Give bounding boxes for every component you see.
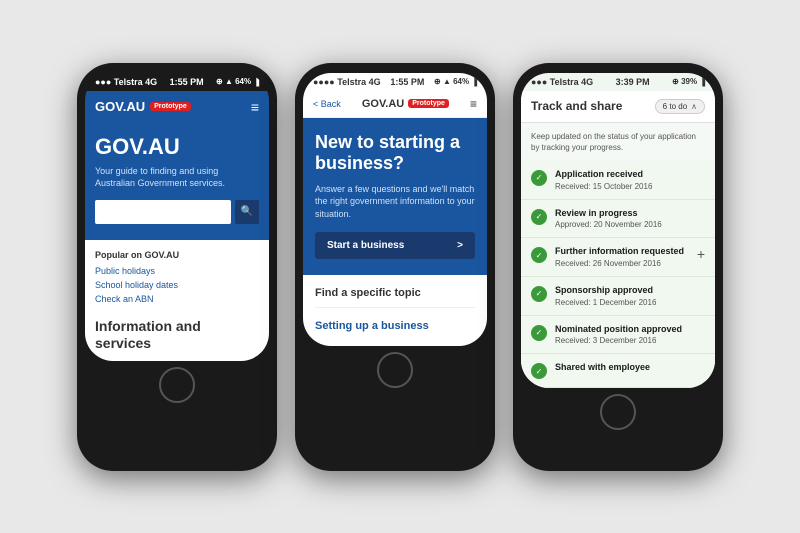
phone1-navbar: GOV.AU Prototype ≡ (85, 91, 269, 123)
phone1-prototype-badge: Prototype (150, 102, 191, 111)
check-icon-3: ✓ (531, 286, 547, 302)
phone2-status-bar: ●●●● Telstra 4G 1:55 PM ⊕ ▲ 64% ▐ (303, 73, 487, 91)
phone3-header: Track and share 6 to do ∧ (521, 91, 715, 123)
track-item-date-2: Received: 26 November 2016 (555, 259, 689, 268)
phone3-track-items: ✓ Application received Received: 15 Octo… (521, 161, 715, 388)
phone2-cta-arrow: > (457, 240, 463, 251)
check-icon-0: ✓ (531, 170, 547, 186)
track-item-date-0: Received: 15 October 2016 (555, 182, 705, 191)
track-item[interactable]: ✓ Nominated position approved Received: … (521, 316, 715, 355)
track-item-content-5: Shared with employee (555, 362, 705, 374)
phone1-status-right: ⊕ ▲ 64% ▐ (216, 77, 259, 86)
track-item[interactable]: ✓ Review in progress Approved: 20 Novemb… (521, 200, 715, 239)
phone2-logo: GOV.AU Prototype (362, 98, 449, 110)
track-item-date-3: Received: 1 December 2016 (555, 298, 705, 307)
phone3-todo-badge: 6 to do ∧ (655, 99, 705, 114)
phone1-popular-link-3[interactable]: Check an ABN (95, 294, 259, 304)
phone1-status-left: ●●● Telstra 4G (95, 77, 157, 87)
phone3-status-bar: ●●● Telstra 4G 3:39 PM ⊕ 39% ▐ (521, 73, 715, 91)
track-item[interactable]: ✓ Application received Received: 15 Octo… (521, 161, 715, 200)
track-item-title-4: Nominated position approved (555, 324, 705, 336)
phone3-track-title: Track and share (531, 99, 622, 113)
phone1-hamburger-icon[interactable]: ≡ (251, 99, 259, 115)
phone-1: ●●● Telstra 4G 1:55 PM ⊕ ▲ 64% ▐ GOV.AU … (77, 63, 277, 471)
phone1-popular-title: Popular on GOV.AU (95, 250, 259, 260)
track-item[interactable]: ✓ Further information requested Received… (521, 238, 715, 277)
phone3-home-button[interactable] (600, 394, 636, 430)
phone1-body: Popular on GOV.AU Public holidays School… (85, 240, 269, 362)
phone-3: ●●● Telstra 4G 3:39 PM ⊕ 39% ▐ Track and… (513, 63, 723, 471)
phone1-search-input[interactable] (95, 200, 231, 224)
check-icon-2: ✓ (531, 247, 547, 263)
track-item-title-0: Application received (555, 169, 705, 181)
track-item-content-2: Further information requested Received: … (555, 246, 689, 268)
phone1-search-bar: 🔍 (95, 200, 259, 224)
phone2-status-time: 1:55 PM (390, 77, 424, 87)
phone1-status-bar: ●●● Telstra 4G 1:55 PM ⊕ ▲ 64% ▐ (85, 73, 269, 91)
track-item[interactable]: ✓ Sponsorship approved Received: 1 Decem… (521, 277, 715, 316)
track-item-content-3: Sponsorship approved Received: 1 Decembe… (555, 285, 705, 307)
phone-2: ●●●● Telstra 4G 1:55 PM ⊕ ▲ 64% ▐ < Back… (295, 63, 495, 471)
phone2-body: Find a specific topic Setting up a busin… (303, 275, 487, 346)
phone2-hero-title: New to starting a business? (315, 132, 475, 175)
phone2-hero: New to starting a business? Answer a few… (303, 118, 487, 276)
track-item-title-2: Further information requested (555, 246, 689, 258)
phone1-logo: GOV.AU Prototype (95, 99, 191, 114)
phone1-info-title: Information and services (95, 318, 259, 352)
check-icon-4: ✓ (531, 325, 547, 341)
phone2-status-right: ⊕ ▲ 64% ▐ (434, 77, 477, 86)
phone1-popular-link-2[interactable]: School holiday dates (95, 280, 259, 290)
phone1-status-time: 1:55 PM (170, 77, 204, 87)
phone1-home-button[interactable] (159, 367, 195, 403)
scene: ●●● Telstra 4G 1:55 PM ⊕ ▲ 64% ▐ GOV.AU … (0, 0, 800, 533)
phone1-hero-title: GOV.AU (95, 135, 259, 159)
phone2-topic-link[interactable]: Setting up a business (315, 320, 429, 332)
phone2-hamburger-icon[interactable]: ≡ (470, 97, 477, 111)
track-item-content-0: Application received Received: 15 Octobe… (555, 169, 705, 191)
phone2-home-button[interactable] (377, 352, 413, 388)
phone2-status-left: ●●●● Telstra 4G (313, 77, 381, 87)
track-item-title-1: Review in progress (555, 208, 705, 220)
track-item-content-4: Nominated position approved Received: 3 … (555, 324, 705, 346)
phone2-cta-button[interactable]: Start a business > (315, 232, 475, 259)
track-item-content-1: Review in progress Approved: 20 November… (555, 208, 705, 230)
phone1-hero-subtitle: Your guide to finding and using Australi… (95, 165, 259, 190)
phone1-popular-link-1[interactable]: Public holidays (95, 266, 259, 276)
track-item-title-5: Shared with employee (555, 362, 705, 374)
phone1-hero: GOV.AU Your guide to finding and using A… (85, 123, 269, 240)
check-icon-1: ✓ (531, 209, 547, 225)
track-item[interactable]: ✓ Shared with employee (521, 354, 715, 388)
phone2-hero-subtitle: Answer a few questions and we'll match t… (315, 183, 475, 221)
phone2-find-topic-label: Find a specific topic (315, 287, 475, 308)
track-item-date-4: Received: 3 December 2016 (555, 336, 705, 345)
phone1-search-button[interactable]: 🔍 (235, 200, 259, 224)
phone3-todo-count: 6 to do (663, 102, 687, 111)
phone3-chevron-icon[interactable]: ∧ (691, 102, 697, 111)
phone1-info-section: Information and services (95, 318, 259, 352)
phone2-back-link[interactable]: < Back (313, 99, 341, 109)
track-item-title-3: Sponsorship approved (555, 285, 705, 297)
track-item-plus-icon-2[interactable]: + (697, 246, 705, 262)
phone2-cta-label: Start a business (327, 240, 404, 251)
phone3-status-right: ⊕ 39% ▐ (672, 77, 705, 86)
phone3-track-description: Keep updated on the status of your appli… (521, 123, 715, 161)
phone2-navbar: < Back GOV.AU Prototype ≡ (303, 91, 487, 118)
phone3-status-left: ●●● Telstra 4G (531, 77, 593, 87)
phone3-status-time: 3:39 PM (616, 77, 650, 87)
track-item-date-1: Approved: 20 November 2016 (555, 220, 705, 229)
phone2-prototype-badge: Prototype (408, 99, 449, 108)
check-icon-5: ✓ (531, 363, 547, 379)
